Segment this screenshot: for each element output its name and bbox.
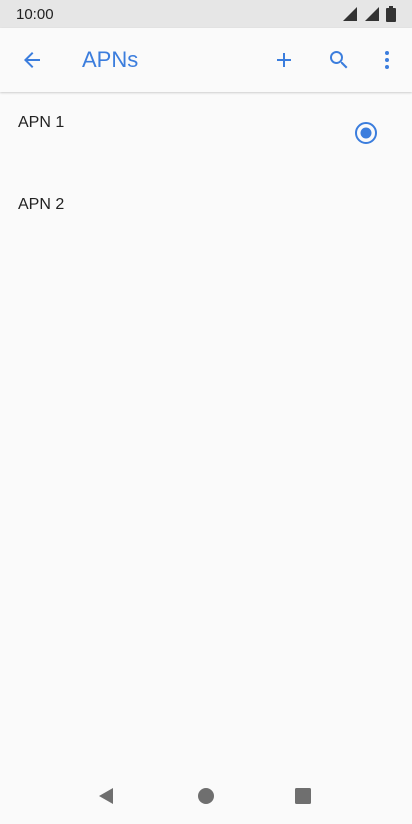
nav-recents-button[interactable] (291, 784, 315, 808)
add-icon (277, 53, 291, 67)
apn-name: APN 2 (18, 196, 65, 213)
page-title: APNs (82, 47, 139, 72)
status-time: 10:00 (16, 5, 54, 23)
search-button[interactable] (325, 46, 353, 74)
signal-icon (365, 7, 379, 21)
signal-icon (343, 7, 357, 21)
navigation-bar (0, 768, 412, 824)
apn-list: APN 1 APN 2 (0, 92, 412, 256)
radio-selected-icon[interactable] (354, 121, 378, 145)
back-triangle-icon (99, 788, 113, 804)
app-bar: APNs (0, 28, 412, 92)
home-circle-icon (198, 788, 214, 804)
status-bar: 10:00 (0, 0, 412, 28)
more-vert-icon (385, 51, 389, 69)
list-item-apn-2[interactable]: APN 2 (0, 174, 412, 256)
list-item-apn-1[interactable]: APN 1 (0, 92, 412, 174)
apn-name: APN 1 (18, 114, 65, 131)
back-button[interactable] (18, 46, 46, 74)
status-icons (342, 6, 396, 22)
nav-back-button[interactable] (94, 784, 118, 808)
nav-home-button[interactable] (194, 784, 218, 808)
add-apn-button[interactable] (270, 46, 298, 74)
search-icon (330, 51, 348, 69)
more-options-button[interactable] (373, 46, 401, 74)
arrow-back-icon (24, 52, 40, 68)
recents-square-icon (295, 788, 311, 804)
battery-icon (386, 6, 396, 22)
